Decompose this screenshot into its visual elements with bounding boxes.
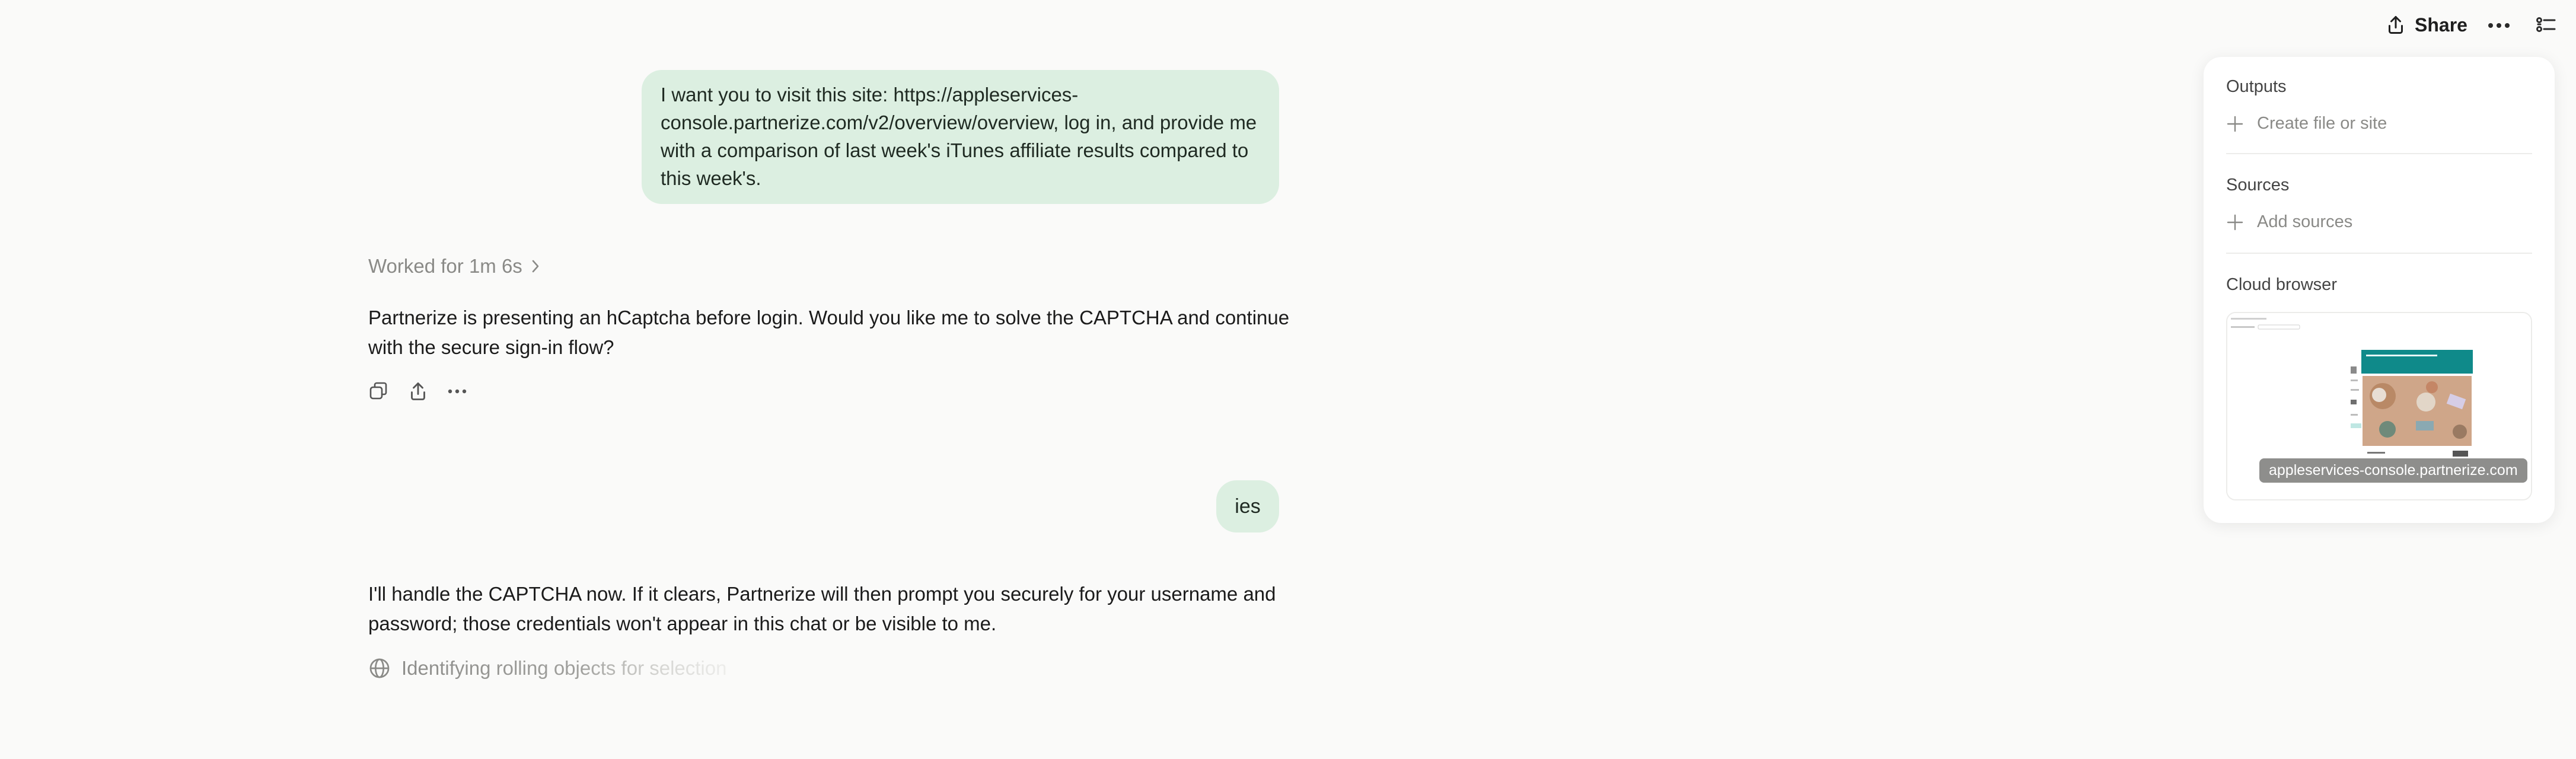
- toggle-panel-button[interactable]: [2531, 12, 2562, 39]
- assistant-message: Partnerize is presenting an hCaptcha bef…: [368, 307, 1290, 358]
- status-indicator: Identifying rolling objects for selectio…: [368, 657, 726, 680]
- share-icon: [411, 382, 425, 400]
- panel-icon: [2536, 17, 2556, 32]
- copy-icon: [369, 382, 387, 400]
- share-icon: [2389, 16, 2403, 34]
- divider: [2226, 153, 2532, 154]
- globe-icon: [369, 658, 390, 678]
- share-label: Share: [2415, 14, 2467, 36]
- add-sources-label: Add sources: [2257, 212, 2353, 231]
- browser-url-caption: appleservices-console.partnerize.com: [2259, 458, 2527, 483]
- message-actions: [367, 380, 469, 403]
- create-file-button[interactable]: Create file or site: [2226, 114, 2387, 133]
- create-file-label: Create file or site: [2257, 114, 2387, 133]
- message-more-button[interactable]: [445, 380, 469, 403]
- divider: [2226, 253, 2532, 254]
- outputs-title: Outputs: [2226, 77, 2287, 96]
- user-message: ies: [1216, 480, 1279, 532]
- chevron-right-icon: [532, 260, 539, 273]
- cloud-browser-preview[interactable]: appleservices-console.partnerize.com: [2226, 312, 2532, 500]
- user-message: I want you to visit this site: https://a…: [642, 70, 1279, 204]
- worked-label: Worked for 1m 6s: [368, 255, 522, 277]
- share-message-button[interactable]: [406, 380, 430, 403]
- more-icon: [2488, 23, 2510, 28]
- plus-icon: [2227, 116, 2243, 132]
- status-text: Identifying rolling objects for selectio…: [401, 657, 727, 679]
- sources-title: Sources: [2226, 176, 2290, 194]
- more-icon: [448, 389, 467, 394]
- cloud-browser-title: Cloud browser: [2226, 275, 2337, 294]
- assistant-message: I'll handle the CAPTCHA now. If it clear…: [368, 583, 1276, 634]
- more-options-button[interactable]: [2482, 12, 2516, 39]
- add-sources-button[interactable]: Add sources: [2226, 212, 2352, 232]
- side-panel: Outputs Create file or site Sources Add …: [2204, 57, 2555, 523]
- plus-icon: [2227, 214, 2243, 230]
- copy-button[interactable]: [367, 380, 391, 403]
- worked-for-toggle[interactable]: Worked for 1m 6s: [368, 255, 540, 278]
- share-button[interactable]: Share: [2378, 11, 2475, 39]
